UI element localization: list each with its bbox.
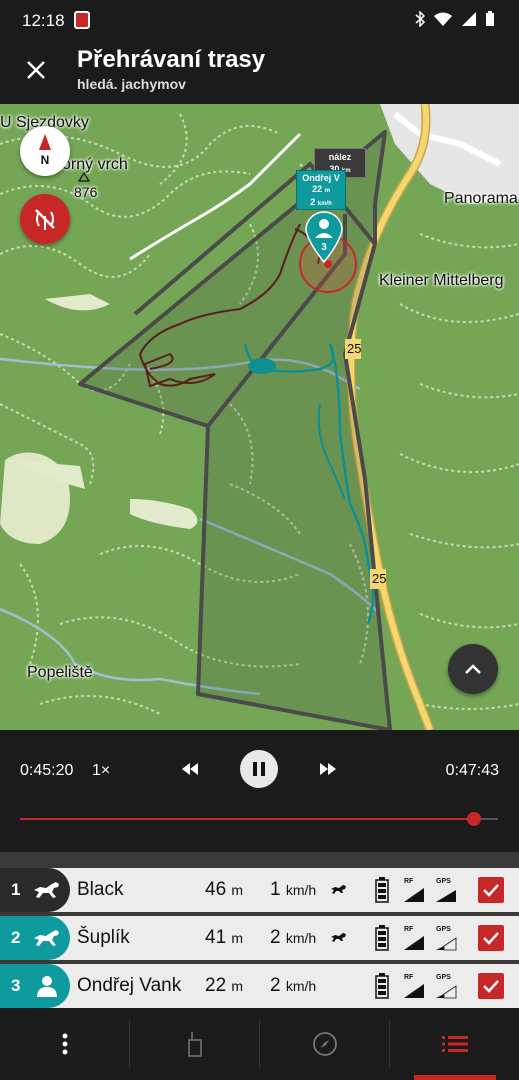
expand-panel-button[interactable] bbox=[448, 644, 498, 694]
wifi-icon bbox=[434, 12, 452, 26]
dog-info-name: Ondřej V bbox=[302, 173, 340, 183]
dog-number: 3 bbox=[11, 976, 21, 995]
page-title: Přehrávaní trasy bbox=[77, 46, 266, 73]
road-number-a: 25 bbox=[347, 341, 362, 356]
dog-badge: 1 bbox=[0, 868, 70, 912]
map-label-hill-altitude: 876 bbox=[74, 184, 98, 200]
playback-controls: 0:45:20 1× 0:47:43 bbox=[0, 730, 519, 852]
person-pin-icon bbox=[305, 211, 343, 264]
person-icon bbox=[37, 976, 57, 997]
map-label-popeliste: Popeliště bbox=[27, 664, 93, 681]
compass-needle-icon bbox=[39, 134, 51, 150]
notification-app-icon bbox=[74, 11, 90, 29]
rewind-icon bbox=[182, 763, 198, 775]
nav-active-indicator bbox=[414, 1075, 496, 1080]
playback-slider-fill bbox=[20, 818, 475, 820]
battery-full-icon bbox=[375, 877, 389, 903]
gps-signal-icon bbox=[436, 985, 457, 999]
nav-device-button[interactable] bbox=[130, 1008, 259, 1080]
chevron-up-icon bbox=[465, 664, 481, 674]
peak-icon bbox=[78, 172, 90, 182]
rf-signal-icon bbox=[404, 984, 424, 998]
signal-off-icon bbox=[35, 209, 55, 230]
nav-more-button[interactable] bbox=[0, 1008, 129, 1080]
running-dog-icon bbox=[34, 882, 59, 898]
dog-speed: 1 km/h bbox=[270, 879, 317, 900]
dog-visible-checkbox[interactable] bbox=[478, 925, 504, 951]
battery-full-icon bbox=[375, 925, 389, 951]
bottom-navigation bbox=[0, 1008, 519, 1080]
compass-north-label: N bbox=[40, 153, 50, 167]
pause-icon bbox=[253, 762, 265, 776]
dog-number: 1 bbox=[11, 880, 21, 899]
compass-button[interactable]: N bbox=[20, 126, 70, 176]
battery-full-icon bbox=[375, 973, 389, 999]
dog-speed: 2 km/h bbox=[270, 927, 317, 948]
fast-forward-button[interactable] bbox=[318, 760, 338, 783]
compass-icon bbox=[312, 1032, 337, 1056]
list-icon bbox=[441, 1036, 468, 1052]
road-number-b: 25 bbox=[372, 571, 387, 586]
device-icon bbox=[187, 1032, 202, 1057]
find-marker-title: nález bbox=[328, 152, 352, 162]
dog-badge: 2 bbox=[0, 916, 70, 960]
map-label-kleiner-mittelberg: Kleiner Mittelberg bbox=[379, 272, 504, 289]
dog-pin-number: 3 bbox=[321, 242, 327, 253]
dog-name: Black bbox=[77, 879, 124, 900]
dog-info-marker[interactable]: Ondřej V 22 m 2 km/h bbox=[296, 170, 346, 210]
dog-row-ondrej-vank[interactable]: 3 Ondřej Vank 22 m 2 km/h RF GPS bbox=[0, 964, 519, 1008]
dog-location-pin[interactable]: 3 bbox=[302, 208, 346, 264]
dog-visible-checkbox[interactable] bbox=[478, 973, 504, 999]
dog-name: Ondřej Vank bbox=[77, 975, 182, 996]
dog-distance: 41 m bbox=[205, 927, 244, 948]
map-label-panorama: Panorama bbox=[444, 190, 518, 207]
running-dog-icon bbox=[34, 930, 59, 946]
dog-speed: 2 km/h bbox=[270, 975, 317, 996]
cell-signal-icon bbox=[462, 12, 476, 26]
dog-list: 1 Black 46 m 1 km/h RF GPS 2 Šuplík 41 m… bbox=[0, 852, 519, 1008]
bluetooth-icon bbox=[415, 11, 425, 27]
playback-slider-thumb[interactable] bbox=[467, 812, 482, 826]
playback-speed-button[interactable]: 1× bbox=[92, 762, 110, 780]
dog-badge: 3 bbox=[0, 964, 70, 1008]
rewind-button[interactable] bbox=[180, 760, 200, 783]
fast-forward-icon bbox=[320, 763, 336, 775]
page-subtitle: hledá. jachymov bbox=[77, 76, 186, 92]
map-label-hill: orný vrch bbox=[62, 156, 128, 173]
pause-button[interactable] bbox=[240, 750, 278, 788]
gps-signal-icon bbox=[436, 890, 456, 902]
dog-info-distance: 22 m bbox=[312, 184, 330, 194]
app-bar: Přehrávaní trasy hledá. jachymov bbox=[0, 40, 519, 104]
signal-off-button[interactable] bbox=[20, 194, 70, 244]
rf-signal-icon bbox=[404, 936, 424, 950]
nav-compass-button[interactable] bbox=[260, 1008, 389, 1080]
more-icon bbox=[62, 1033, 67, 1055]
gps-signal-icon bbox=[436, 937, 457, 951]
playback-total-time: 0:47:43 bbox=[445, 762, 499, 779]
rf-signal-icon bbox=[404, 888, 424, 902]
battery-icon bbox=[486, 11, 494, 26]
dog-visible-checkbox[interactable] bbox=[478, 877, 504, 903]
dog-row-suplik[interactable]: 2 Šuplík 41 m 2 km/h RF GPS bbox=[0, 916, 519, 960]
activity-running-icon bbox=[331, 885, 346, 894]
dog-name: Šuplík bbox=[77, 927, 130, 948]
playback-current-time: 0:45:20 bbox=[20, 762, 74, 779]
nav-list-button[interactable] bbox=[390, 1008, 519, 1080]
close-button[interactable] bbox=[18, 52, 54, 88]
dog-number: 2 bbox=[11, 928, 21, 947]
map-view[interactable]: U Sjezdovky orný vrch 876 Panorama Klein… bbox=[0, 104, 519, 730]
checkmark-icon bbox=[483, 980, 499, 993]
activity-running-icon bbox=[331, 933, 346, 942]
dog-distance: 22 m bbox=[205, 975, 244, 996]
close-icon bbox=[27, 61, 45, 79]
checkmark-icon bbox=[483, 884, 499, 897]
dog-distance: 46 m bbox=[205, 879, 244, 900]
status-time: 12:18 bbox=[22, 11, 65, 30]
dog-row-black[interactable]: 1 Black 46 m 1 km/h RF GPS bbox=[0, 868, 519, 912]
checkmark-icon bbox=[483, 932, 499, 945]
status-icons bbox=[415, 11, 495, 27]
status-bar: 12:18 bbox=[0, 0, 519, 40]
